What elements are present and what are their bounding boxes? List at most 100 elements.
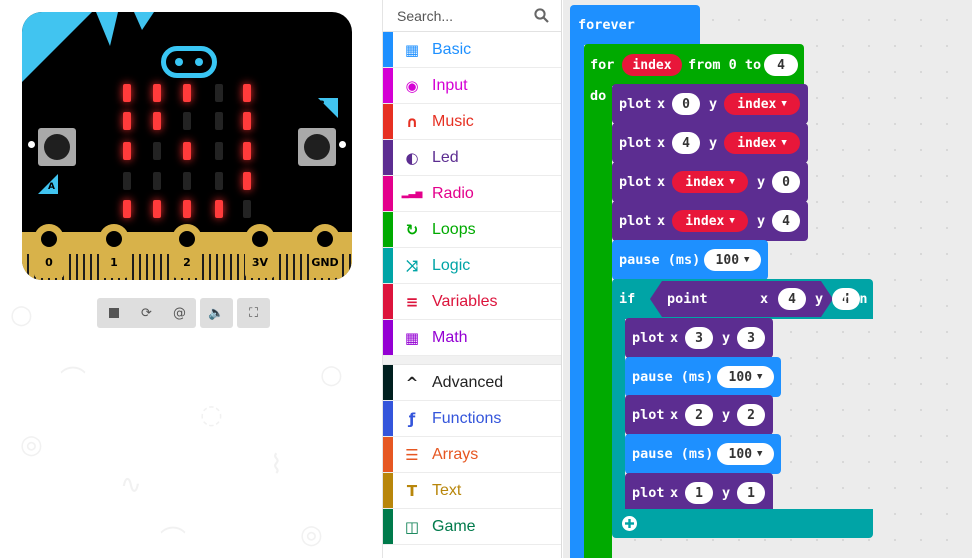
if-block[interactable]: if point x 4 y 4: [612, 279, 873, 319]
plot-block[interactable]: plot x 0 y index ▼: [612, 84, 808, 124]
variable-dropdown[interactable]: index ▼: [724, 93, 800, 115]
number-input[interactable]: 4: [772, 210, 800, 232]
plot-block[interactable]: plot x 3 y 3: [625, 318, 773, 358]
plot-block[interactable]: plot x index ▼ y 4: [612, 201, 808, 241]
led-r1-c2: [183, 112, 191, 130]
dropdown-caret-icon: ▼: [757, 449, 763, 459]
blocks-workspace[interactable]: forever for index from 0 to 4 do plot x 0 y…: [563, 0, 972, 558]
number-input[interactable]: 4: [672, 132, 700, 154]
pause-block[interactable]: pause (ms) 100 ▼: [625, 357, 781, 397]
pause-keyword: pause (ms): [632, 446, 714, 462]
led-r1-c3: [215, 112, 223, 130]
search-input[interactable]: Search...: [397, 8, 453, 24]
to-value-input[interactable]: 4: [764, 54, 798, 76]
category-label: Logic: [432, 256, 471, 274]
category-game[interactable]: ◫ Game: [383, 509, 561, 545]
pause-value-dropdown[interactable]: 100 ▼: [717, 443, 774, 465]
category-arrays[interactable]: ☰ Arrays: [383, 437, 561, 473]
pause-value-dropdown[interactable]: 100 ▼: [704, 249, 761, 271]
number-input[interactable]: 2: [685, 404, 713, 426]
pin-0[interactable]: [34, 224, 64, 278]
category-advanced[interactable]: ^ Advanced: [383, 365, 561, 401]
input-value: 0: [682, 96, 690, 112]
category-color-bar: [383, 212, 393, 247]
for-loop-block[interactable]: for index from 0 to 4: [584, 44, 804, 86]
category-math[interactable]: ▦ Math: [383, 320, 561, 356]
plot-block[interactable]: plot x 4 y index ▼: [612, 123, 808, 163]
plus-icon[interactable]: [621, 515, 638, 532]
forever-block[interactable]: forever: [570, 5, 700, 45]
search-icon[interactable]: [534, 8, 549, 23]
category-variables[interactable]: ≡ Variables: [383, 284, 561, 320]
list-icon: ≡: [405, 292, 419, 311]
number-input[interactable]: 1: [737, 482, 765, 504]
input-value: 1: [747, 485, 755, 501]
category-logic[interactable]: ⤨ Logic: [383, 248, 561, 284]
plot-block[interactable]: plot x 1 y 1: [625, 473, 773, 513]
button-b[interactable]: [298, 128, 336, 166]
number-input[interactable]: 0: [672, 93, 700, 115]
number-input[interactable]: 2: [737, 404, 765, 426]
category-label: Advanced: [432, 373, 504, 391]
variable-dropdown[interactable]: index ▼: [724, 132, 800, 154]
pause-value-dropdown[interactable]: 100 ▼: [717, 366, 774, 388]
input-value: 1: [695, 485, 703, 501]
led-r4-c2: [183, 200, 191, 218]
pause-block[interactable]: pause (ms) 100 ▼: [625, 434, 781, 474]
number-input[interactable]: 3: [737, 327, 765, 349]
variable-dropdown[interactable]: index ▼: [672, 210, 748, 232]
point-y-keyword: y: [815, 291, 824, 307]
search-box[interactable]: Search...: [383, 0, 561, 32]
number-input[interactable]: 3: [685, 327, 713, 349]
plot-block[interactable]: plot x 2 y 2: [625, 395, 773, 435]
led-r1-c0: [123, 112, 131, 130]
category-loops[interactable]: ↻ Loops: [383, 212, 561, 248]
input-value: 2: [695, 407, 703, 423]
board-corner-decoration: [134, 12, 154, 30]
pin-1[interactable]: [99, 224, 129, 278]
category-basic[interactable]: ▦ Basic: [383, 32, 561, 68]
led-r3-c0: [123, 172, 131, 190]
dropdown-caret-icon: ▼: [744, 255, 750, 265]
category-functions[interactable]: ƒ Functions: [383, 401, 561, 437]
snail-icon[interactable]: @: [163, 298, 196, 328]
led-r4-c0: [123, 200, 131, 218]
led-r0-c3: [215, 84, 223, 102]
number-input[interactable]: 0: [772, 171, 800, 193]
button-a[interactable]: [38, 128, 76, 166]
led-r1-c4: [243, 112, 251, 130]
category-label: Text: [432, 481, 462, 499]
if-keyword: if: [619, 291, 636, 307]
category-input[interactable]: ◉ Input: [383, 68, 561, 104]
restart-icon[interactable]: ⟳: [130, 298, 163, 328]
led-r4-c4: [243, 200, 251, 218]
category-music[interactable]: ∩ Music: [383, 104, 561, 140]
text-icon: T: [406, 481, 418, 500]
led-r0-c1: [153, 84, 161, 102]
category-led[interactable]: ◐ Led: [383, 140, 561, 176]
chevron-up-icon: ^: [405, 373, 419, 392]
category-label: Loops: [432, 220, 476, 238]
input-value: 2: [747, 407, 755, 423]
pause-keyword: pause (ms): [632, 369, 714, 385]
microbit-logo: [161, 46, 217, 78]
pin-gnd[interactable]: [310, 224, 340, 278]
number-input[interactable]: 1: [685, 482, 713, 504]
point-x-input[interactable]: 4: [778, 288, 806, 310]
fullscreen-icon[interactable]: ⛶: [237, 298, 270, 328]
category-text[interactable]: T Text: [383, 473, 561, 509]
if-block-footer: [612, 509, 873, 538]
category-label: Music: [432, 112, 474, 130]
plot-block[interactable]: plot x index ▼ y 0: [612, 162, 808, 202]
pin-3v[interactable]: [245, 224, 275, 278]
loop-variable-pill[interactable]: index: [622, 54, 682, 76]
stop-icon[interactable]: [97, 298, 130, 328]
volume-icon[interactable]: 🔈: [200, 298, 233, 328]
category-color-bar: [383, 104, 393, 139]
category-radio[interactable]: ▂▃▅ Radio: [383, 176, 561, 212]
target-icon: ◉: [405, 76, 419, 95]
pause-block[interactable]: pause (ms) 100 ▼: [612, 240, 768, 280]
pin-2[interactable]: [172, 224, 202, 278]
point-x-keyword: x: [760, 291, 769, 307]
variable-dropdown[interactable]: index ▼: [672, 171, 748, 193]
